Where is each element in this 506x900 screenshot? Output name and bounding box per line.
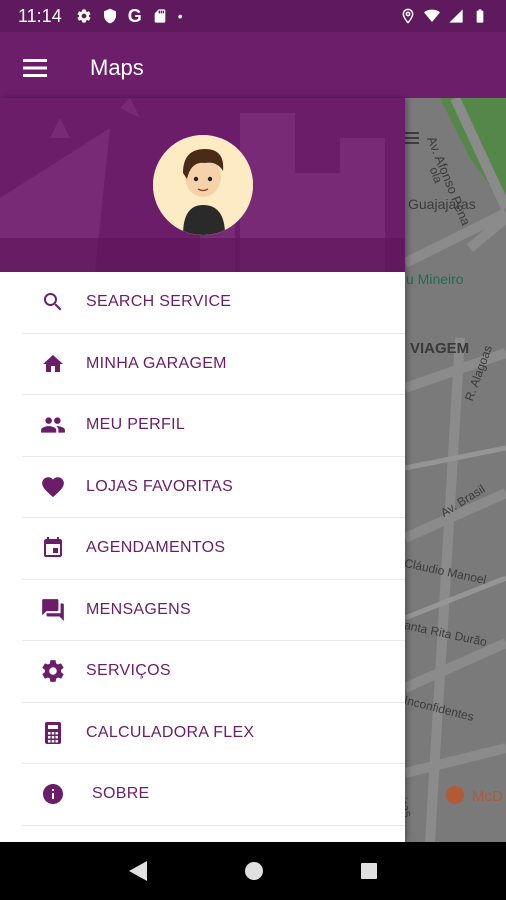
wifi-icon xyxy=(424,9,440,22)
menu-item-label: SOBRE xyxy=(92,785,150,803)
signal-icon xyxy=(449,9,463,23)
menu-item-label: MENSAGENS xyxy=(86,600,191,618)
menu-item-label: MEU PERFIL xyxy=(86,416,186,434)
sd-card-icon xyxy=(154,9,166,23)
menu-icon[interactable] xyxy=(22,57,48,79)
battery-icon xyxy=(476,9,484,23)
gear-icon xyxy=(77,9,91,23)
user-avatar[interactable] xyxy=(153,135,253,235)
menu-item-servicos[interactable]: SERVIÇOS xyxy=(22,641,405,703)
status-bar: 11:14 G • xyxy=(0,0,506,32)
search-icon xyxy=(40,289,66,315)
menu-item-label: SERVIÇOS xyxy=(86,662,171,680)
avatar-icon xyxy=(153,135,253,235)
map-label-mineiro: u Mineiro xyxy=(406,271,464,287)
map-label-mcd: McD xyxy=(472,788,503,805)
people-icon xyxy=(40,412,66,438)
gear-icon xyxy=(40,658,66,684)
dot-icon: • xyxy=(177,8,183,24)
menu-item-meu-perfil[interactable]: MEU PERFIL xyxy=(22,395,405,457)
menu-item-minha-garagem[interactable]: MINHA GARAGEM xyxy=(22,334,405,395)
menu-item-agendamentos[interactable]: AGENDAMENTOS xyxy=(22,518,405,580)
info-icon xyxy=(40,781,66,807)
navigation-drawer: SEARCH SERVICE MINHA GARAGEM MEU PERFIL … xyxy=(0,98,405,842)
app-title: Maps xyxy=(90,55,144,80)
map-menu-icon[interactable] xyxy=(405,132,419,144)
menu-item-label: AGENDAMENTOS xyxy=(86,539,226,557)
back-icon[interactable] xyxy=(127,859,149,883)
menu-item-label: LOJAS FAVORITAS xyxy=(86,477,234,495)
messages-icon xyxy=(40,597,66,623)
menu-item-label: MINHA GARAGEM xyxy=(86,354,227,372)
menu-item-calculadora-flex[interactable]: CALCULADORA FLEX xyxy=(22,703,405,764)
menu-item-search-service[interactable]: SEARCH SERVICE xyxy=(22,272,405,334)
drawer-header xyxy=(0,98,405,272)
heart-icon xyxy=(40,474,66,500)
calculator-icon xyxy=(40,720,66,746)
app-bar: Maps xyxy=(0,32,506,104)
map-label-viagem: VIAGEM xyxy=(410,340,470,357)
menu-item-lojas-favoritas[interactable]: LOJAS FAVORITAS xyxy=(22,457,405,518)
shield-icon xyxy=(103,8,116,24)
home-circle-icon[interactable] xyxy=(243,860,265,882)
menu-item-mensagens[interactable]: MENSAGENS xyxy=(22,580,405,641)
location-icon xyxy=(402,8,414,24)
google-icon: G xyxy=(127,5,142,26)
drawer-menu: SEARCH SERVICE MINHA GARAGEM MEU PERFIL … xyxy=(0,272,405,826)
home-icon xyxy=(40,351,66,377)
system-nav-bar xyxy=(0,842,506,900)
recents-icon[interactable] xyxy=(359,861,379,881)
menu-item-sobre[interactable]: SOBRE xyxy=(22,764,405,826)
status-time: 11:14 xyxy=(18,5,62,26)
menu-item-label: CALCULADORA FLEX xyxy=(86,723,255,741)
map-label-guajajaras: Guajajaras xyxy=(408,196,476,212)
calendar-icon xyxy=(40,535,66,561)
menu-item-label: SEARCH SERVICE xyxy=(86,293,232,311)
